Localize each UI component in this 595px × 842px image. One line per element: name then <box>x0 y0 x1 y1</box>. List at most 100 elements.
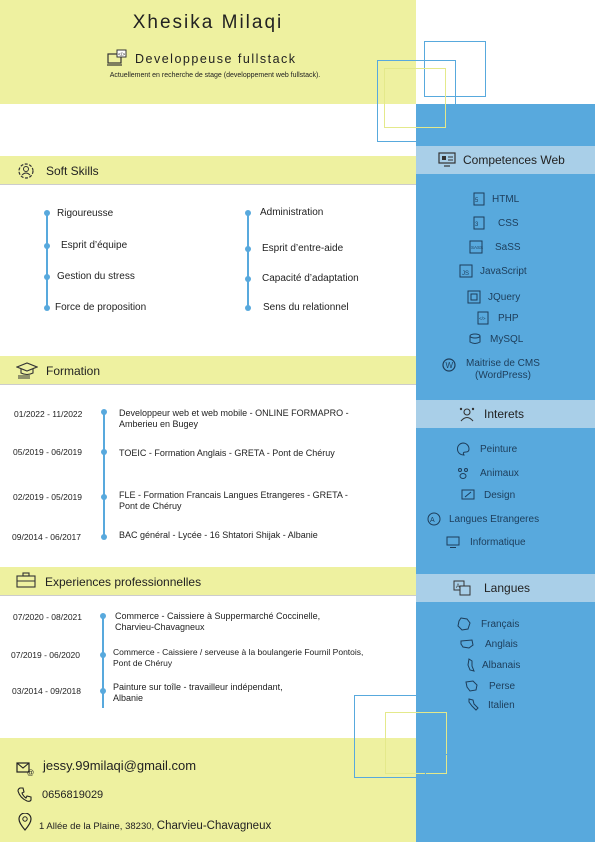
soft-skill: Administration <box>260 207 324 218</box>
javascript-icon: JS <box>459 264 473 278</box>
skill-dot <box>44 243 50 249</box>
soft-skill: Capacité d’adaptation <box>262 273 359 284</box>
italy-map-icon <box>468 698 479 711</box>
experience-timeline <box>102 616 104 708</box>
design-icon <box>461 489 475 500</box>
address-street: 1 Allée de la Plaine, 38230, <box>39 821 157 832</box>
skills-line-left <box>46 213 48 309</box>
soft-skill: Gestion du stress <box>57 271 135 282</box>
divider <box>0 595 416 596</box>
job-subtitle: Actuellement en recherche de stage (deve… <box>109 72 321 79</box>
competences-title: Competences Web <box>463 153 565 167</box>
albania-map-icon <box>467 658 475 672</box>
experience-date: 07/2019 - 06/2020 <box>11 650 81 660</box>
svg-text:W: W <box>446 361 454 370</box>
formation-text: TOEIC - Formation Anglais - GRETA - Pont… <box>119 448 335 458</box>
php-icon: </> <box>477 311 489 325</box>
email-link[interactable]: jessy.99milaqi@gmail.com <box>43 758 196 773</box>
langues-title: Langues <box>484 581 531 595</box>
timeline-dot <box>100 613 106 619</box>
formation-text: BAC général - Lycée - 16 Shtatori Shijak… <box>119 530 318 540</box>
formation-text: FLE - Formation Francais Langues Etrange… <box>119 490 348 511</box>
experience-text: Painture sur toîle - travailleur indépen… <box>113 682 283 703</box>
paw-icon <box>458 468 468 479</box>
phone-number[interactable]: 0656819029 <box>42 789 103 801</box>
formation-title: Formation <box>46 364 101 378</box>
gear-head-icon <box>18 163 34 179</box>
iran-map-icon <box>465 680 478 692</box>
france-map-icon <box>457 617 471 631</box>
competence-item: W Maitrise de CMS (WordPress) <box>416 358 595 384</box>
job-title: Developpeuse fullstack <box>135 52 297 66</box>
divider <box>0 384 416 385</box>
soft-skills-band: Soft Skills <box>0 156 416 184</box>
briefcase-icon <box>16 572 36 588</box>
usa-map-icon <box>460 639 474 649</box>
soft-skill: Sens du relationnel <box>263 302 349 313</box>
experience-text: Commerce - Caissiere à Suppermarché Cocc… <box>115 611 321 632</box>
soft-skill: Rigoureusse <box>57 208 114 219</box>
laptop-code-icon: </> <box>107 49 127 66</box>
languages-icon: A <box>427 512 441 526</box>
timeline-dot <box>101 449 107 455</box>
soft-skill: Esprit d’équipe <box>61 240 128 251</box>
langues-header: A Langues <box>416 574 595 602</box>
skill-dot <box>44 305 50 311</box>
svg-text:A: A <box>456 584 460 590</box>
skill-dot <box>245 246 251 252</box>
phone-icon <box>17 787 32 802</box>
jquery-icon <box>467 290 481 304</box>
svg-text:JS: JS <box>462 271 469 277</box>
soft-skill: Esprit d’entre-aide <box>262 243 344 254</box>
timeline-dot <box>101 409 107 415</box>
email-icon: @ <box>16 762 34 776</box>
palette-icon <box>457 442 470 456</box>
translate-icon: A <box>453 580 471 596</box>
address-city: Charvieu-Chavagneux <box>156 820 272 832</box>
wordpress-icon: W <box>442 358 456 372</box>
experience-date: 07/2020 - 08/2021 <box>13 612 83 622</box>
svg-text:@: @ <box>27 770 34 776</box>
mysql-icon <box>469 333 481 344</box>
timeline-dot <box>101 534 107 540</box>
experiences-band: Experiences professionnelles <box>0 567 416 595</box>
interets-header: Interets <box>416 400 595 428</box>
formation-date: 09/2014 - 06/2017 <box>12 532 82 542</box>
svg-text:A: A <box>430 517 435 524</box>
decor-square <box>384 68 446 128</box>
graduation-cap-icon <box>16 362 38 379</box>
address: 1 Allée de la Plaine, 38230, Charvieu-Ch… <box>39 816 271 834</box>
competences-header: Competences Web <box>416 146 595 174</box>
formation-band: Formation <box>0 356 416 384</box>
formation-date: 05/2019 - 06/2019 <box>13 447 83 457</box>
svg-text:</>: </> <box>118 52 125 58</box>
sass-icon: SASS <box>469 240 483 254</box>
timeline-dot <box>100 688 106 694</box>
skill-dot <box>44 274 50 280</box>
formation-timeline <box>103 412 105 538</box>
formation-date: 01/2022 - 11/2022 <box>14 409 83 419</box>
experience-date: 03/2014 - 09/2018 <box>12 686 82 696</box>
svg-text:5: 5 <box>475 198 479 204</box>
soft-skills-title: Soft Skills <box>46 164 99 178</box>
formation-date: 02/2019 - 05/2019 <box>13 492 83 502</box>
interests-icon <box>459 407 475 422</box>
skill-dot <box>245 210 251 216</box>
decor-square <box>425 754 487 810</box>
timeline-dot <box>100 652 106 658</box>
skill-dot <box>245 305 251 311</box>
experiences-title: Experiences professionnelles <box>45 575 202 589</box>
monitor-icon <box>438 152 456 167</box>
person-name: Xhesika Milaqi <box>132 12 284 33</box>
skills-line-right <box>247 213 249 309</box>
location-pin-icon <box>18 813 32 831</box>
divider <box>0 184 416 185</box>
svg-text:SASS: SASS <box>471 245 483 250</box>
svg-text:</>: </> <box>479 316 486 321</box>
timeline-dot <box>101 494 107 500</box>
computer-icon <box>446 536 460 548</box>
html-icon: 5 <box>473 192 485 206</box>
skill-dot <box>44 210 50 216</box>
skill-dot <box>245 276 251 282</box>
soft-skill: Force de proposition <box>55 302 147 313</box>
